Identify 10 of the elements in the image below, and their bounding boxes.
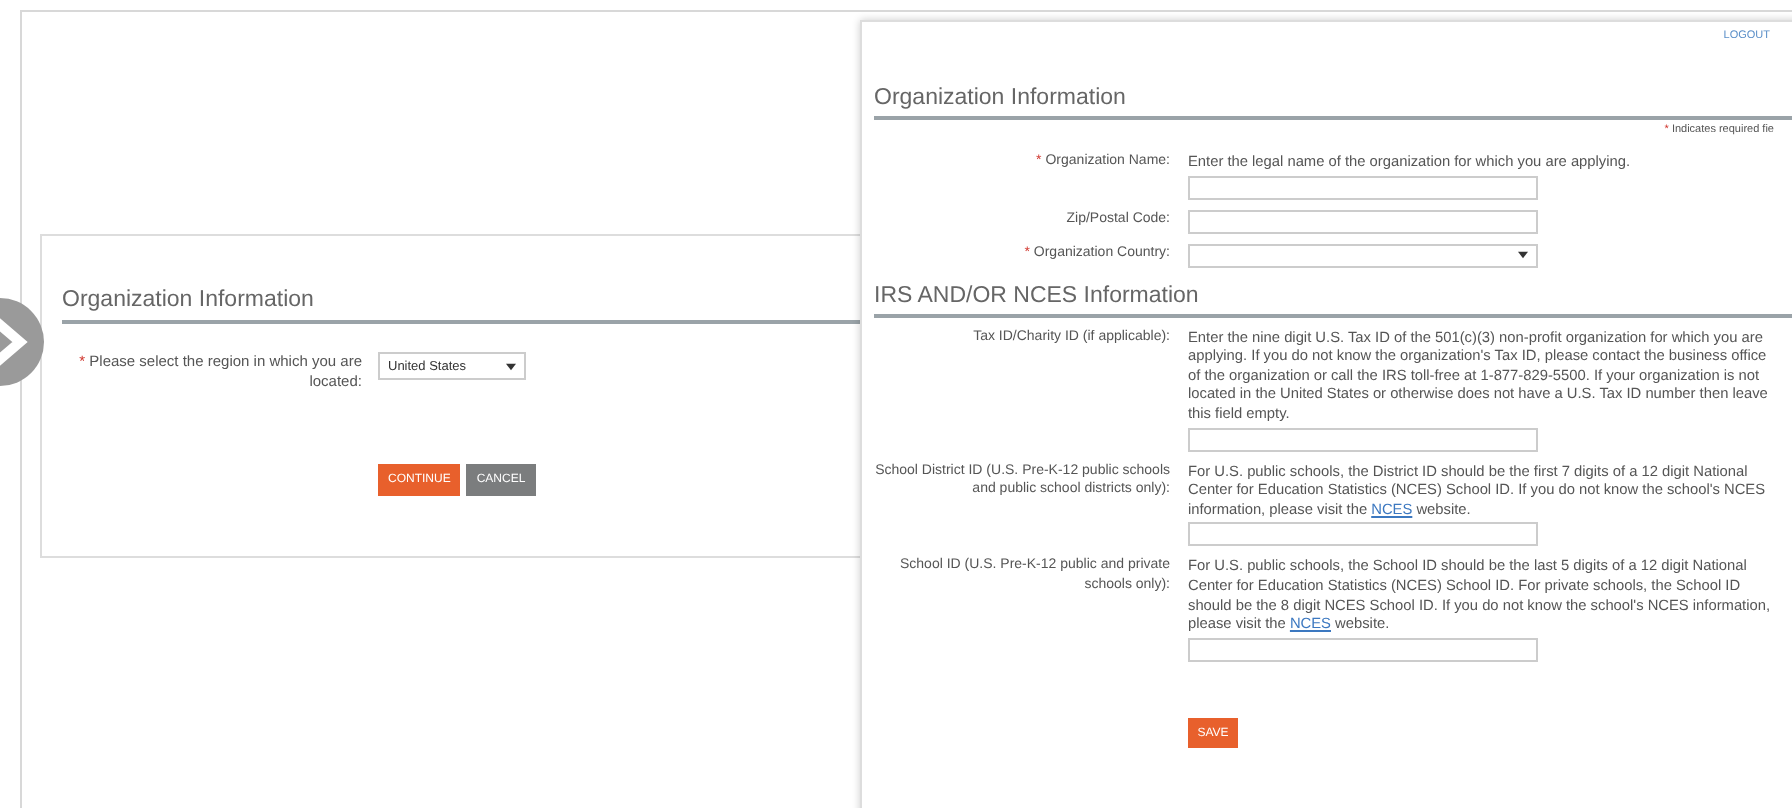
input-field[interactable] [1188,637,1538,662]
input-field[interactable] [1188,175,1538,200]
input-field[interactable] [1188,209,1538,234]
input-field[interactable] [1188,427,1538,452]
section-heading: IRS AND/OR NCES Information [874,283,1792,318]
section-heading: Organization Information [874,86,1792,120]
caret-icon [1518,250,1528,261]
caret-icon [506,361,516,371]
dropdown[interactable] [1188,243,1538,268]
input-field[interactable] [1188,522,1538,547]
